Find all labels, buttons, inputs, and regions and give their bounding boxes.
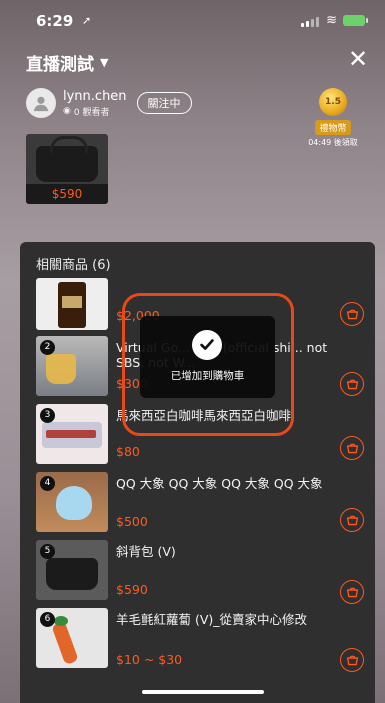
- stream-title-dropdown[interactable]: 直播測試 ▼: [26, 50, 108, 75]
- viewer-count-text: 0 觀看者: [73, 107, 110, 118]
- stream-title: 直播測試: [26, 55, 94, 75]
- item-number: 5: [40, 544, 55, 559]
- related-products-panel: 相關商品 (6) $2,000 2 Virtual Go... 禮券 (offi…: [20, 242, 375, 703]
- cart-icon[interactable]: [340, 302, 364, 326]
- product-price: $80: [116, 444, 140, 459]
- list-item[interactable]: 5 斜背包 (V) $590: [36, 540, 366, 610]
- bag-image: [36, 136, 98, 182]
- coin-timer: 04:49 後領取: [308, 138, 358, 147]
- home-indicator[interactable]: [142, 690, 264, 694]
- item-number: 6: [40, 612, 55, 627]
- cart-icon[interactable]: [340, 508, 364, 532]
- status-bar: 6:29 ➚ ≋: [10, 12, 375, 32]
- coin-medal-icon: 1.5: [319, 88, 347, 116]
- cart-icon[interactable]: [340, 372, 364, 396]
- eye-icon: ◉: [63, 106, 71, 116]
- list-item[interactable]: 4 QQ 大象 QQ 大象 QQ 大象 QQ 大象 $500: [36, 472, 366, 542]
- list-item[interactable]: 3 馬來西亞白咖啡馬來西亞白咖啡 $80: [36, 404, 366, 474]
- item-number: 3: [40, 408, 55, 423]
- product-thumbnail: 4: [36, 472, 108, 532]
- follow-button[interactable]: 關注中: [136, 92, 192, 114]
- product-name: QQ 大象 QQ 大象 QQ 大象 QQ 大象: [116, 476, 323, 491]
- product-name: 羊毛氈紅蘿蔔 (V)_從賣家中心修改: [116, 612, 308, 627]
- cart-icon[interactable]: [340, 648, 364, 672]
- live-stream-screen: 6:29 ➚ ≋ 直播測試 ▼ ✕ lynn.chen ◉ 0 觀看者 關注中 …: [10, 0, 375, 703]
- product-thumbnail: 2: [36, 336, 108, 396]
- product-name: 馬來西亞白咖啡馬來西亞白咖啡: [116, 408, 292, 423]
- gift-coin-widget[interactable]: 1.5 禮物幣 04:49 後領取: [303, 88, 363, 148]
- product-price: $590: [116, 582, 148, 597]
- item-number: 4: [40, 476, 55, 491]
- pinned-product-price: $590: [26, 184, 108, 204]
- battery-icon: [343, 15, 368, 26]
- cart-icon[interactable]: [340, 580, 364, 604]
- host-bar: lynn.chen ◉ 0 觀看者 關注中: [26, 88, 192, 118]
- product-price: $10 ~ $30: [116, 652, 183, 667]
- product-thumbnail: [36, 278, 108, 330]
- chevron-down-icon: ▼: [100, 56, 109, 69]
- list-item[interactable]: 6 羊毛氈紅蘿蔔 (V)_從賣家中心修改 $10 ~ $30: [36, 608, 366, 678]
- product-thumbnail: 3: [36, 404, 108, 464]
- coin-label: 禮物幣: [315, 120, 351, 135]
- toast-message: 已增加到購物車: [170, 370, 245, 382]
- pinned-product[interactable]: $590: [26, 134, 108, 204]
- signal-icon: [301, 17, 319, 27]
- item-number: 2: [40, 340, 55, 355]
- product-price: $500: [116, 514, 148, 529]
- cart-icon[interactable]: [340, 436, 364, 460]
- wifi-icon: ≋: [326, 13, 337, 28]
- product-thumbnail: 6: [36, 608, 108, 668]
- panel-title: 相關商品 (6): [36, 258, 111, 273]
- host-name: lynn.chen: [63, 88, 127, 104]
- product-name: 斜背包 (V): [116, 544, 176, 559]
- viewer-count: ◉ 0 觀看者: [63, 105, 127, 118]
- product-thumbnail: 5: [36, 540, 108, 600]
- location-arrow-icon: ➚: [82, 14, 92, 27]
- avatar[interactable]: [26, 88, 56, 118]
- checkmark-icon: [192, 330, 222, 360]
- user-icon: [33, 96, 49, 112]
- status-time: 6:29: [36, 12, 74, 30]
- close-icon[interactable]: ✕: [345, 46, 371, 72]
- added-to-cart-toast: 已增加到購物車: [140, 316, 275, 398]
